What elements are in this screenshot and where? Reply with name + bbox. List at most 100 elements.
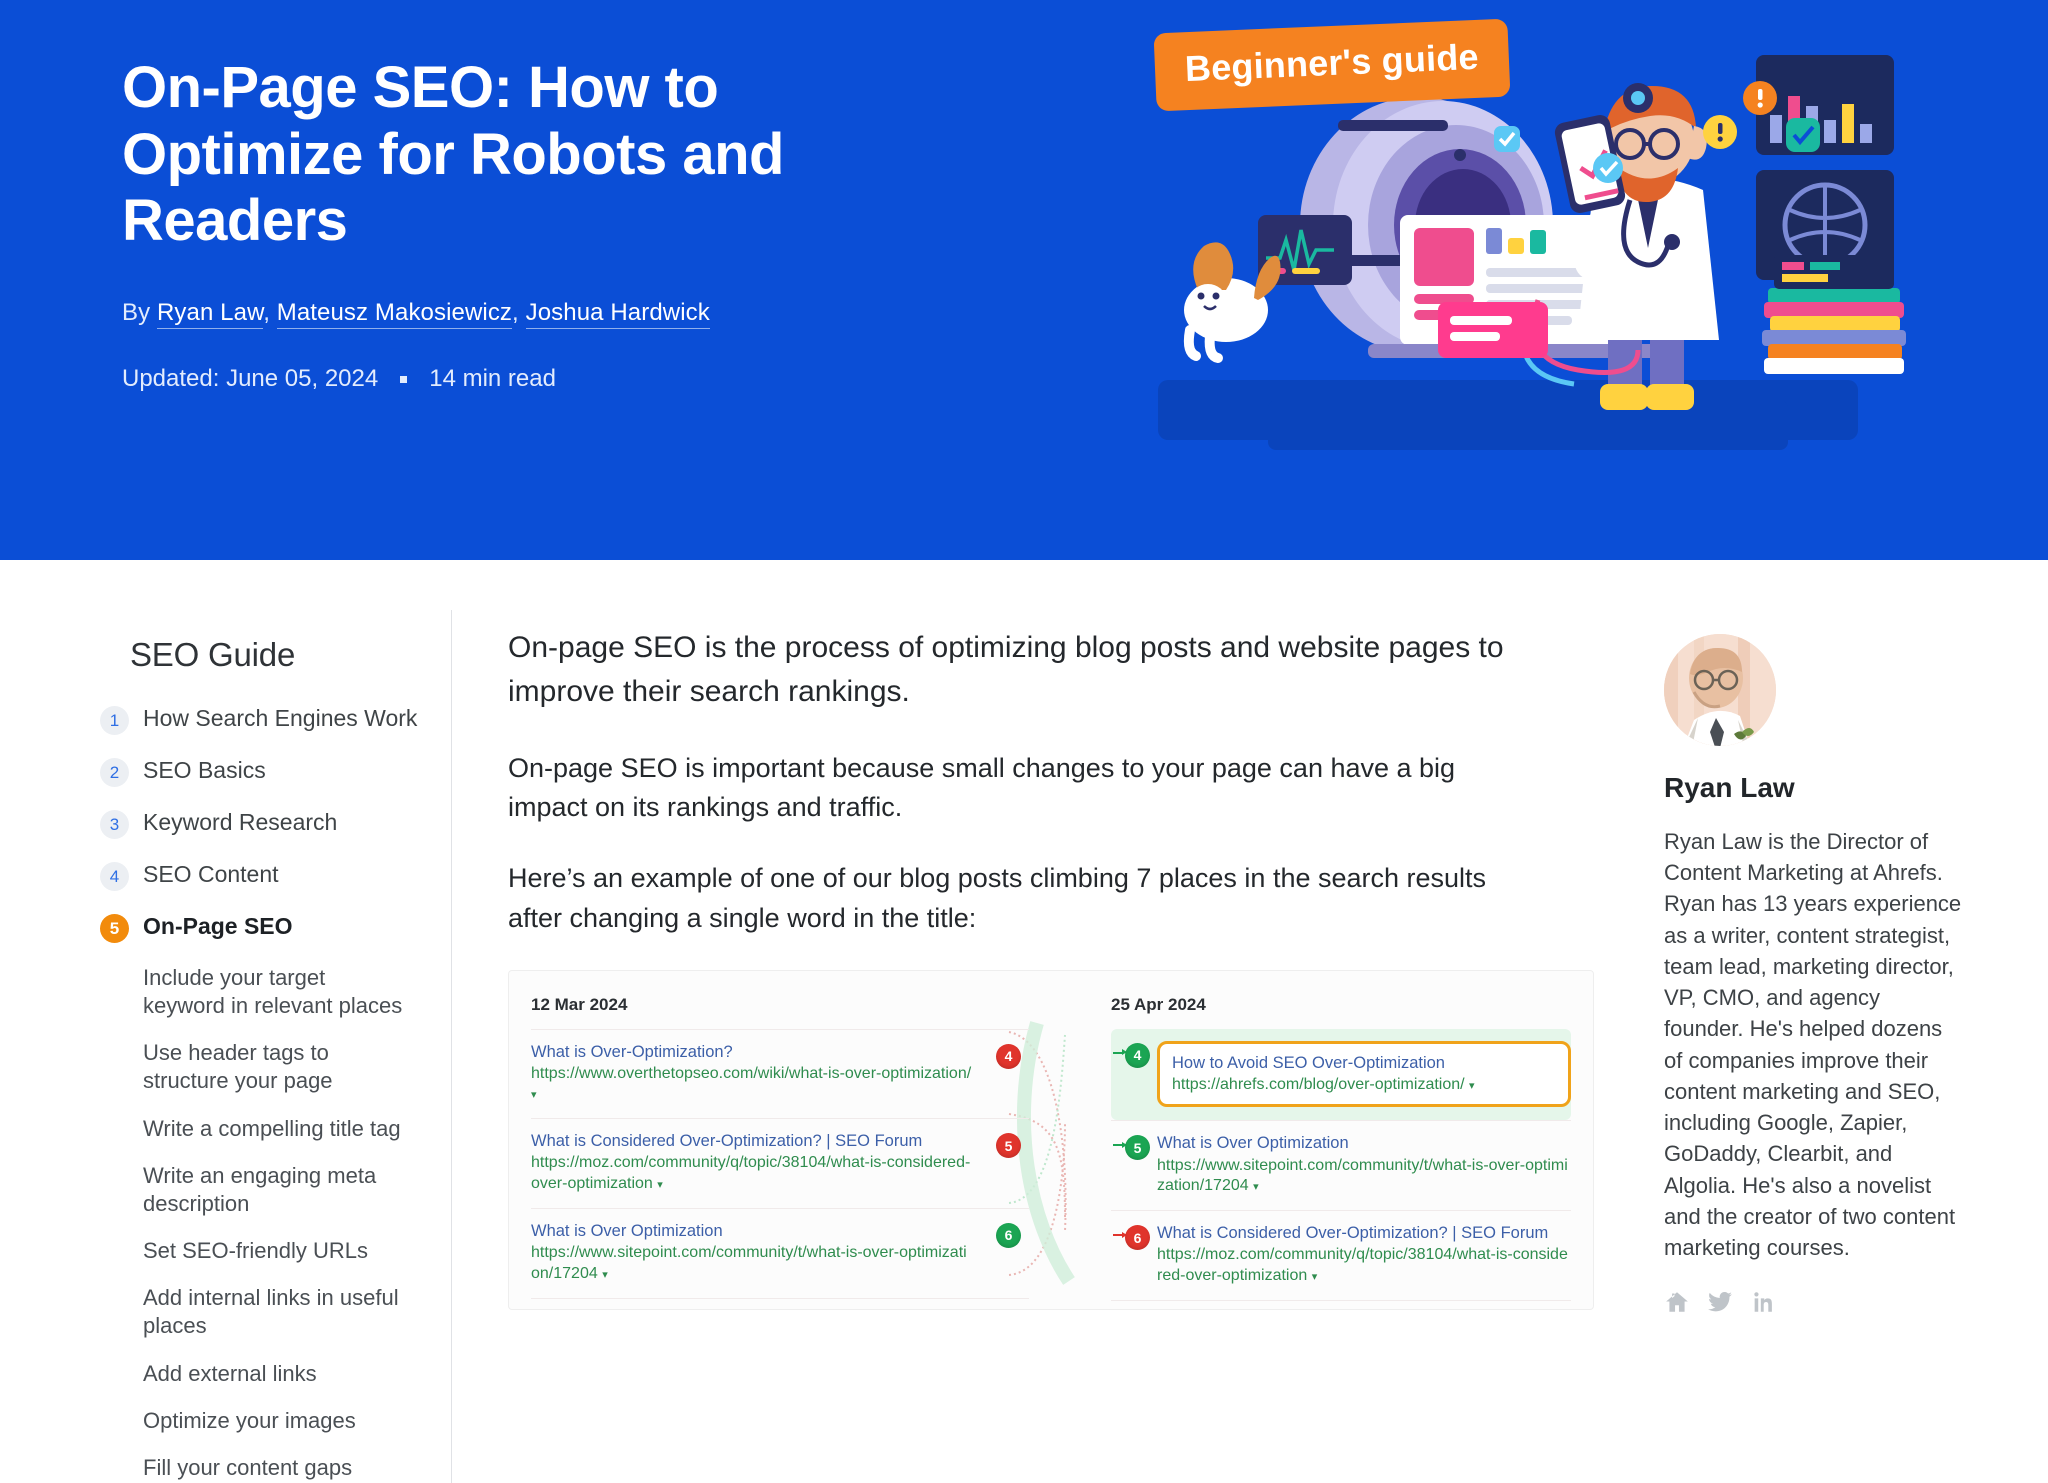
serp-url-text: https://www.sitepoint.com/community/t/wh… [1157, 1156, 1568, 1195]
subnav-item-include-target-keyword[interactable]: Include your target keyword in relevant … [143, 964, 411, 1020]
sidebar-item-keyword-research[interactable]: 3 Keyword Research [100, 808, 421, 839]
serp-result-title[interactable]: What is Over-Optimization? [531, 1042, 975, 1063]
twitter-icon[interactable] [1707, 1289, 1733, 1315]
serp-rank-badge: 4 [1125, 1042, 1150, 1068]
sidebar-heading: SEO Guide [130, 636, 296, 673]
serp-result-row: 5 What is Over Optimization https://www.… [1111, 1120, 1571, 1210]
sidebar-badge-2: 2 [100, 758, 129, 787]
author-bio: Ryan Law is the Director of Content Mark… [1664, 829, 1962, 1261]
serp-result-title[interactable]: What is Over Optimization [531, 1221, 975, 1242]
sidebar-subnav: Include your target keyword in relevant … [143, 964, 421, 1482]
serp-rank-badge: 5 [996, 1133, 1021, 1159]
serp-result-title[interactable]: What is Considered Over-Optimization? | … [1157, 1223, 1571, 1244]
serp-result-url: https://www.sitepoint.com/community/t/wh… [1157, 1156, 1571, 1198]
chevron-down-icon[interactable]: ▾ [1469, 1080, 1475, 1092]
serp-date-before: 12 Mar 2024 [531, 994, 628, 1014]
subnav-item-internal-links[interactable]: Add internal links in useful places [143, 1284, 411, 1340]
page-body: SEO Guide 1 How Search Engines Work 2 SE… [0, 560, 2048, 1483]
subnav-item-optimize-images[interactable]: Optimize your images [143, 1407, 411, 1435]
serp-date-after: 25 Apr 2024 [1111, 994, 1206, 1014]
serp-comparison-figure: 12 Mar 2024 What is Over-Optimization? h… [508, 969, 1594, 1310]
article-lead: On-page SEO is the process of optimizing… [508, 631, 1504, 709]
serp-result-row-highlighted: 4 How to Avoid SEO Over-Optimization htt… [1111, 1028, 1571, 1121]
rank-change-arrow-icon [1113, 1231, 1127, 1238]
serp-result-title[interactable]: How to Avoid SEO Over-Optimization [1172, 1053, 1556, 1074]
subnav-item-title-tag[interactable]: Write a compelling title tag [143, 1115, 411, 1143]
updated-date: Updated: June 05, 2024 [122, 365, 379, 393]
byline: By Ryan Law, Mateusz Makosiewicz, Joshua… [122, 299, 1022, 330]
serp-result-row: 6 What is Considered Over-Optimization? … [1111, 1210, 1571, 1300]
author-link-1[interactable]: Ryan Law [156, 299, 264, 330]
serp-rank-badge: 6 [1125, 1225, 1150, 1251]
serp-url-text: https://www.overthetopseo.com/wiki/what-… [531, 1064, 972, 1082]
article-paragraph-1: On-page SEO is important because small c… [508, 752, 1456, 823]
beginners-guide-label: Beginner's guide [1184, 35, 1480, 90]
sidebar-item-label: SEO Content [143, 861, 279, 887]
serp-url-text: https://www.sitepoint.com/community/t/wh… [531, 1244, 967, 1282]
serp-result-title[interactable]: What is Over Optimization [1157, 1133, 1571, 1154]
page-title: On-Page SEO: How to Optimize for Robots … [122, 55, 784, 254]
avatar [1664, 634, 1776, 746]
byline-comma-1: , [263, 299, 277, 327]
serp-result-url: https://ahrefs.com/blog/over-optimizatio… [1172, 1075, 1556, 1096]
author-rail: Ryan Law Ryan Law is the Director of Con… [1640, 610, 1962, 1483]
serp-rank-badge: 5 [1125, 1135, 1150, 1161]
sidebar-item-seo-basics[interactable]: 2 SEO Basics [100, 756, 421, 787]
hero-banner: On-Page SEO: How to Optimize for Robots … [0, 0, 2048, 560]
sidebar-badge-5: 5 [100, 914, 129, 943]
sidebar-badge-3: 3 [100, 810, 129, 839]
byline-comma-2: , [512, 299, 526, 327]
article-main: On-page SEO is the process of optimizing… [452, 610, 1640, 1483]
sidebar-item-label: How Search Engines Work [143, 705, 418, 731]
beginners-guide-badge: Beginner's guide [1153, 18, 1511, 112]
serp-column-before: 12 Mar 2024 What is Over-Optimization? h… [509, 971, 1051, 1309]
subnav-item-seo-friendly-urls[interactable]: Set SEO-friendly URLs [143, 1237, 411, 1265]
author-name: Ryan Law [1664, 772, 1795, 803]
meta-separator-icon [400, 375, 408, 383]
article-paragraph-2: Here’s an example of one of our blog pos… [508, 863, 1487, 933]
sidebar-badge-1: 1 [100, 706, 129, 735]
home-icon[interactable] [1664, 1289, 1690, 1315]
serp-column-after: 25 Apr 2024 4 How to Avoid SEO Over-Opti… [1051, 971, 1593, 1309]
rank-change-arrow-icon [1113, 1049, 1127, 1056]
sidebar-item-on-page-seo[interactable]: 5 On-Page SEO [100, 912, 421, 943]
serp-result-url: https://moz.com/community/q/topic/38104/… [1157, 1245, 1571, 1287]
subnav-item-meta-description[interactable]: Write an engaging meta description [143, 1162, 411, 1218]
author-link-3[interactable]: Joshua Hardwick [525, 299, 710, 330]
byline-prefix: By [122, 299, 157, 327]
serp-result-row: What is Considered Over-Optimization? | … [531, 1118, 1029, 1208]
sidebar: SEO Guide 1 How Search Engines Work 2 SE… [100, 610, 452, 1483]
subnav-item-external-links[interactable]: Add external links [143, 1360, 411, 1388]
subnav-item-header-tags[interactable]: Use header tags to structure your page [143, 1039, 411, 1095]
serp-result-title[interactable]: What is Considered Over-Optimization? | … [531, 1131, 975, 1152]
serp-result-row: What is Over-Optimization? https://www.o… [531, 1028, 1029, 1119]
rank-change-arrow-icon [1113, 1141, 1127, 1148]
article-meta: Updated: June 05, 2024 14 min read [122, 365, 1022, 393]
sidebar-badge-4: 4 [100, 862, 129, 891]
serp-url-text: https://ahrefs.com/blog/over-optimizatio… [1172, 1075, 1465, 1093]
chevron-down-icon[interactable]: ▾ [1312, 1271, 1318, 1283]
serp-result-url: https://moz.com/community/q/topic/38104/… [531, 1153, 975, 1195]
sidebar-item-label: On-Page SEO [143, 913, 293, 939]
subnav-item-content-gaps[interactable]: Fill your content gaps [143, 1454, 411, 1482]
chevron-down-icon[interactable]: ▾ [602, 1269, 608, 1281]
author-social-links [1664, 1289, 1962, 1315]
chevron-down-icon[interactable]: ▾ [1253, 1181, 1259, 1193]
chevron-down-icon[interactable]: ▾ [531, 1089, 537, 1101]
serp-url-text: https://moz.com/community/q/topic/38104/… [531, 1154, 971, 1193]
author-link-2[interactable]: Mateusz Makosiewicz [276, 299, 513, 330]
sidebar-item-seo-content[interactable]: 4 SEO Content [100, 860, 421, 891]
serp-result-row: What is Over Optimization https://www.si… [531, 1207, 1029, 1298]
serp-rank-badge: 6 [996, 1222, 1021, 1248]
serp-result-url: https://www.overthetopseo.com/wiki/what-… [531, 1064, 975, 1106]
linkedin-icon[interactable] [1750, 1289, 1776, 1315]
serp-result-row: 7 Is my website over-optimized? https://… [1111, 1299, 1571, 1309]
sidebar-item-label: SEO Basics [143, 757, 266, 783]
sidebar-item-label: Keyword Research [143, 809, 338, 835]
chevron-down-icon[interactable]: ▾ [657, 1179, 663, 1191]
serp-rank-badge: 4 [996, 1043, 1021, 1069]
sidebar-item-how-search-engines-work[interactable]: 1 How Search Engines Work [100, 704, 421, 735]
read-time: 14 min read [429, 365, 556, 393]
serp-url-text: https://moz.com/community/q/topic/38104/… [1157, 1246, 1568, 1285]
serp-result-row: Over-optimization | When SEO Goes Sour h… [531, 1297, 1029, 1309]
